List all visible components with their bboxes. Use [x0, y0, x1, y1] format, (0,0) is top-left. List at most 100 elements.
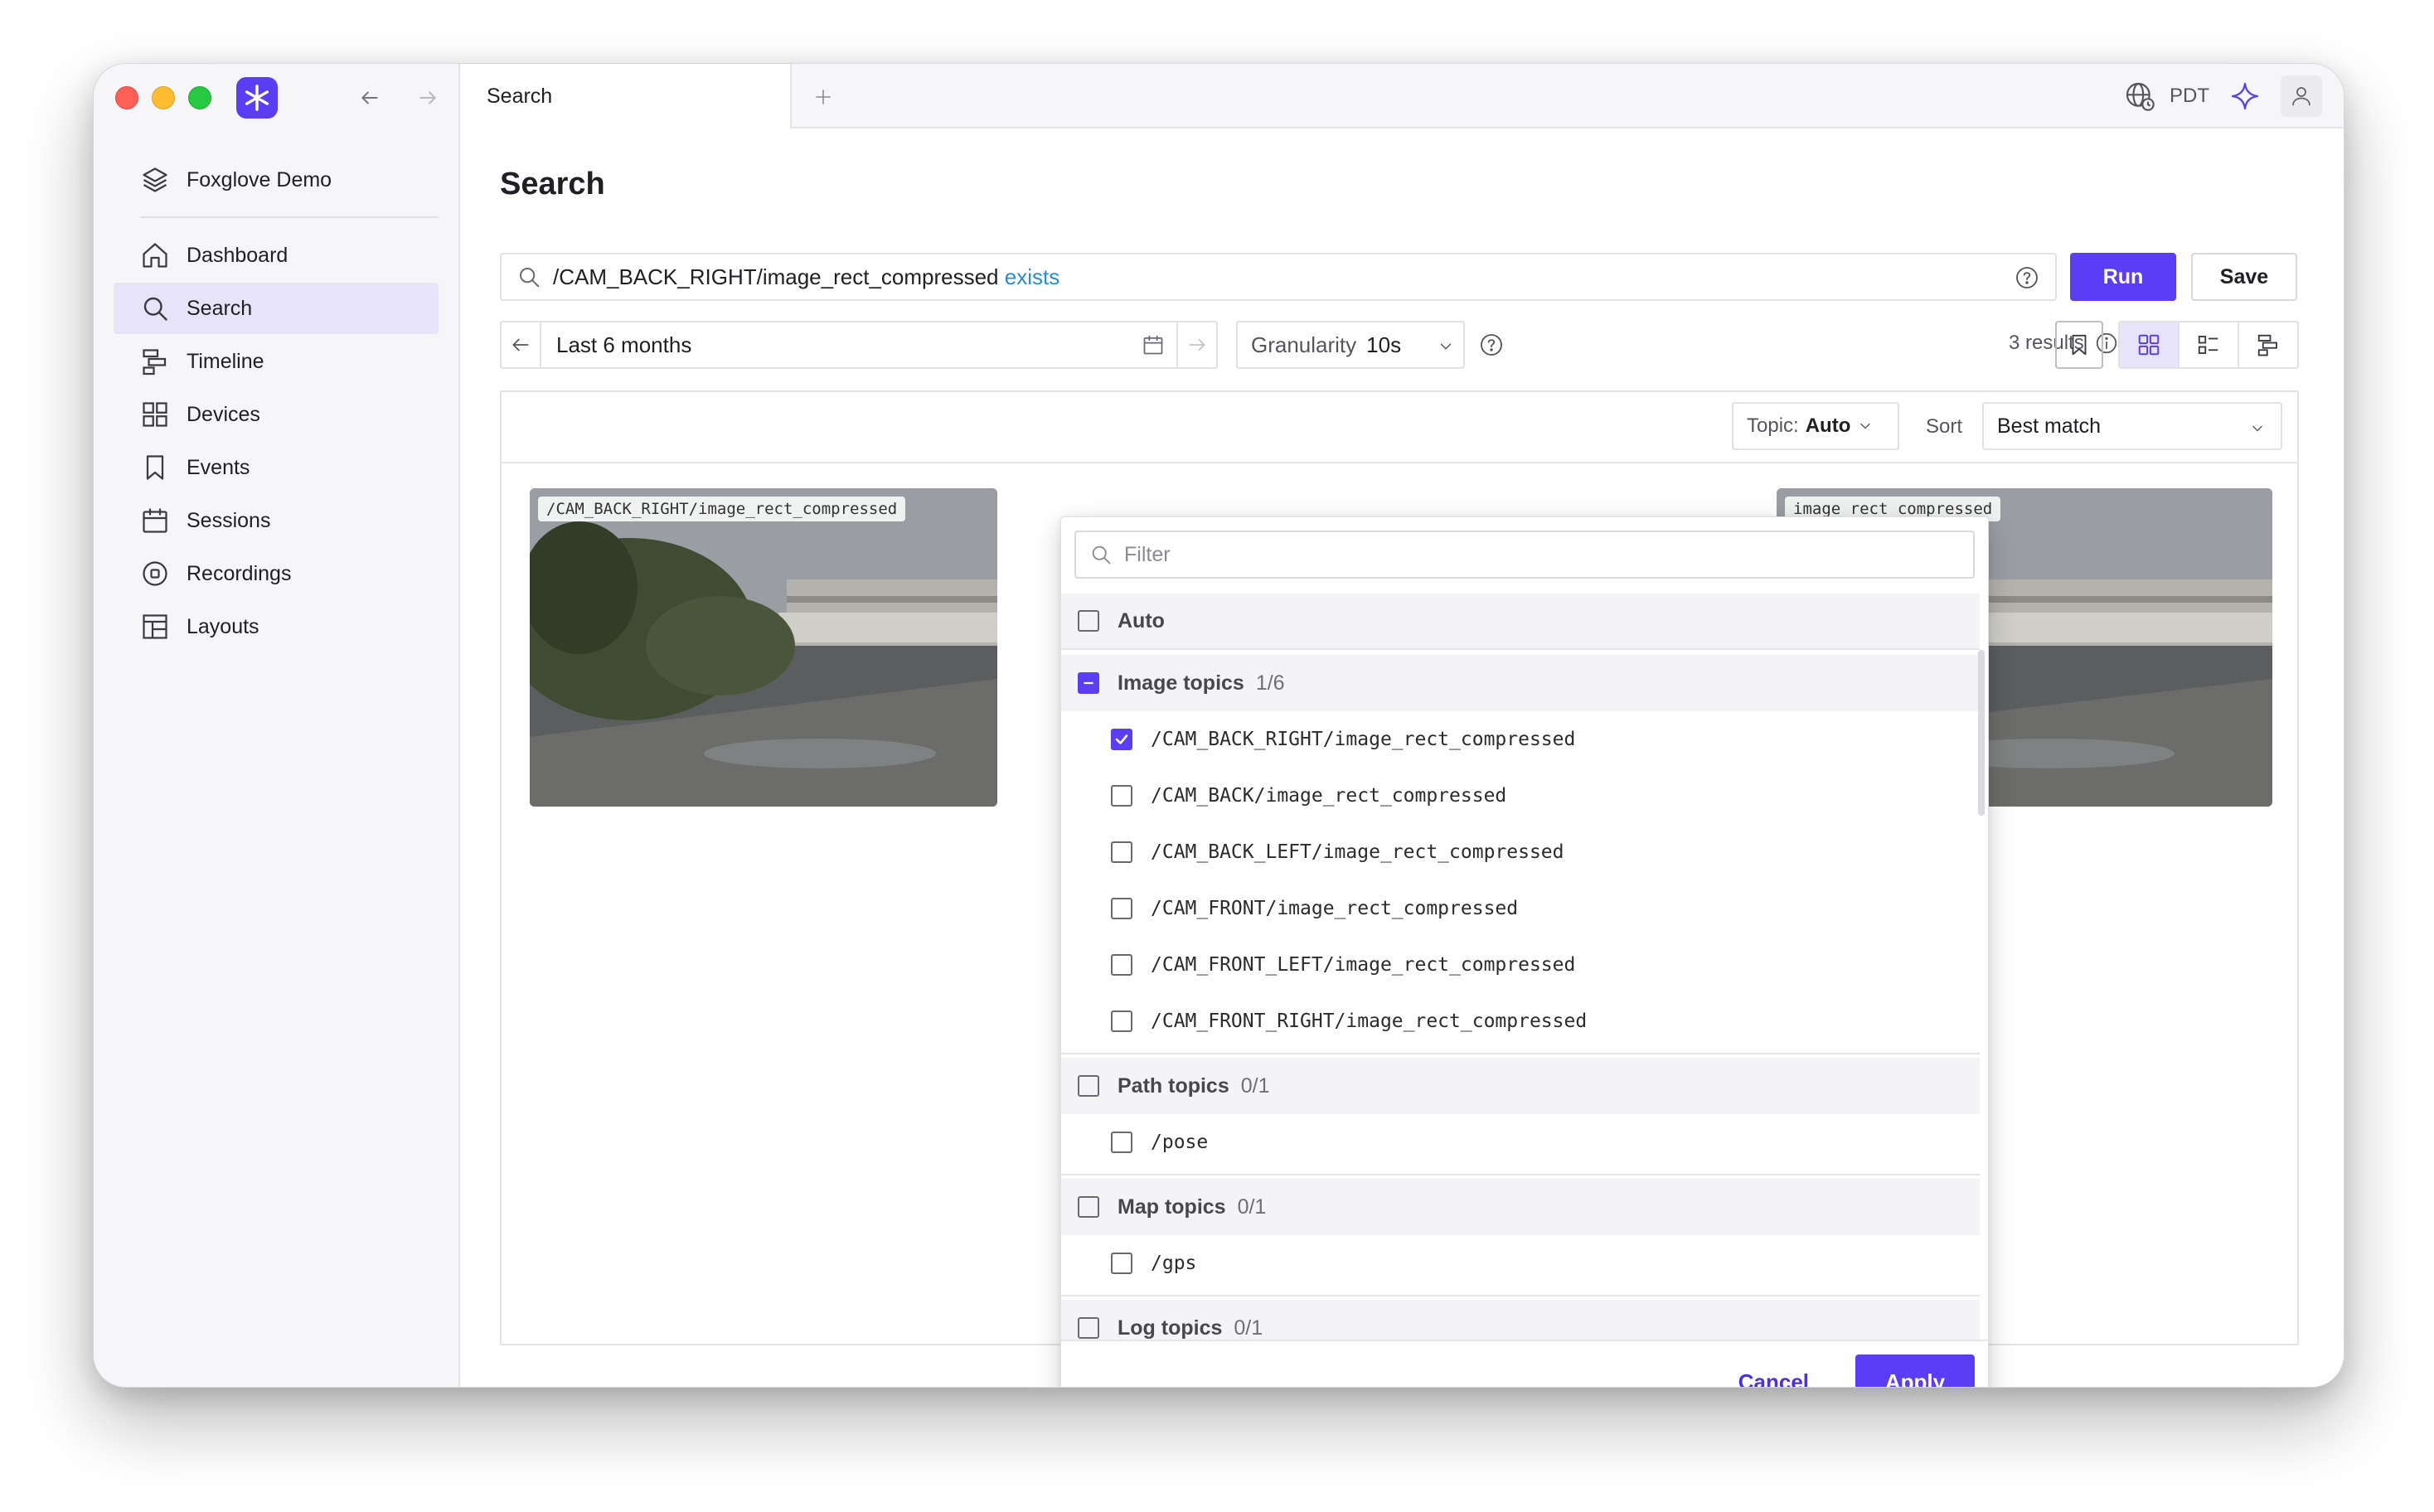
cancel-button[interactable]: Cancel [1738, 1369, 1809, 1387]
checkbox[interactable] [1111, 1132, 1132, 1153]
topic-option[interactable]: /gps [1061, 1235, 1980, 1292]
query-keyword: exists [1004, 264, 1060, 289]
sidebar-item-dashboard[interactable]: Dashboard [114, 230, 439, 281]
topic-group-count: 1/6 [1255, 671, 1285, 695]
checkbox[interactable] [1078, 1075, 1099, 1097]
topic-option[interactable]: /CAM_FRONT_RIGHT/image_rect_compressed [1061, 993, 1980, 1049]
sidebar-item-search[interactable]: Search [114, 283, 439, 334]
checkbox[interactable] [1078, 1196, 1099, 1218]
sidebar-item-recordings[interactable]: Recordings [114, 548, 439, 599]
topic-option[interactable]: /CAM_BACK/image_rect_compressed [1061, 768, 1980, 824]
list-view-button[interactable] [2179, 322, 2239, 367]
sidebar-item-label: Dashboard [187, 243, 288, 267]
globe-clock-icon [2126, 82, 2155, 111]
save-button[interactable]: Save [2191, 253, 2297, 301]
checkbox[interactable] [1078, 672, 1099, 694]
checkbox[interactable] [1111, 729, 1132, 750]
grid-view-button[interactable] [2120, 322, 2179, 367]
timezone-button[interactable]: PDT [2123, 80, 2209, 113]
list-icon [2198, 336, 2218, 354]
minimize-window-button[interactable] [152, 86, 175, 109]
topic-select[interactable]: Topic: Auto [1732, 402, 1899, 450]
workspace-switcher[interactable]: Foxglove Demo [140, 157, 332, 203]
sidebar-item-label: Recordings [187, 561, 292, 585]
topic-option[interactable]: /CAM_FRONT_LEFT/image_rect_compressed [1061, 937, 1980, 993]
foxglove-logo-icon[interactable] [236, 77, 278, 119]
minus-icon [1084, 681, 1093, 685]
run-button[interactable]: Run [2070, 253, 2176, 301]
scrollbar[interactable] [1978, 650, 1985, 816]
date-range-picker[interactable]: Last 6 months [500, 321, 1218, 369]
topic-group-path[interactable]: Path topics 0/1 [1061, 1058, 1980, 1114]
toolbar-right: PDT [2123, 75, 2322, 117]
user-icon [2292, 87, 2310, 106]
checkbox[interactable] [1111, 1010, 1132, 1032]
granularity-label: Granularity [1251, 332, 1357, 357]
sidebar-item-timeline[interactable]: Timeline [114, 336, 439, 387]
search-icon [143, 297, 167, 321]
help-icon[interactable] [2014, 264, 2040, 297]
tab-bar: Search PDT [460, 64, 2344, 128]
topic-filter-field[interactable] [1074, 531, 1975, 579]
granularity-value: 10s [1366, 332, 1402, 357]
close-window-button[interactable] [115, 86, 138, 109]
user-avatar[interactable] [2281, 75, 2322, 117]
timeline-view-button[interactable] [2239, 322, 2297, 367]
checkbox[interactable] [1078, 1317, 1099, 1339]
calendar-icon[interactable] [1130, 333, 1176, 356]
topic-group-count: 0/1 [1234, 1316, 1263, 1340]
topic-option[interactable]: /CAM_FRONT/image_rect_compressed [1061, 880, 1980, 937]
topic-select-value: Auto [1805, 414, 1851, 437]
sidebar-item-events[interactable]: Events [114, 442, 439, 493]
granularity-select[interactable]: Granularity 10s [1236, 321, 1465, 369]
checkbox[interactable] [1111, 1253, 1132, 1274]
sidebar-divider [140, 216, 439, 218]
apply-button[interactable]: Apply [1855, 1354, 1975, 1387]
bookmark-button[interactable] [2055, 321, 2103, 369]
topic-group-log[interactable]: Log topics 0/1 [1061, 1300, 1980, 1340]
search-input[interactable]: /CAM_BACK_RIGHT/image_rect_compressed ex… [500, 253, 2057, 301]
checkbox[interactable] [1111, 841, 1132, 863]
previous-range-button[interactable] [502, 322, 541, 367]
ai-assistant-button[interactable] [2224, 75, 2266, 117]
tab-search[interactable]: Search [460, 64, 792, 128]
topic-group-map[interactable]: Map topics 0/1 [1061, 1179, 1980, 1235]
result-card[interactable]: /CAM_BACK_RIGHT/image_rect_compressed [530, 488, 997, 807]
timezone-label: PDT [2170, 85, 2209, 107]
checkbox[interactable] [1111, 898, 1132, 919]
chevron-down-icon [2249, 419, 2266, 443]
home-icon [143, 243, 167, 268]
sidebar-item-layouts[interactable]: Layouts [114, 601, 439, 652]
checkbox[interactable] [1111, 785, 1132, 807]
topic-filter-input[interactable] [1124, 542, 1870, 567]
sidebar-item-label: Timeline [187, 349, 264, 373]
topic-group-count: 0/1 [1237, 1195, 1267, 1219]
back-arrow-icon[interactable] [354, 82, 385, 114]
topic-option[interactable]: /CAM_BACK_RIGHT/image_rect_compressed [1061, 711, 1980, 768]
sidebar-item-sessions[interactable]: Sessions [114, 495, 439, 546]
maximize-window-button[interactable] [188, 86, 211, 109]
granularity-help-icon[interactable] [1478, 332, 1505, 362]
arrow-left-icon [512, 338, 529, 351]
sort-select[interactable]: Best match [1982, 402, 2282, 450]
topic-option-label: /CAM_FRONT_RIGHT/image_rect_compressed [1151, 1010, 1588, 1032]
topic-group-image[interactable]: Image topics 1/6 [1061, 655, 1980, 711]
topic-option-label: Auto [1118, 608, 1165, 632]
divider [1061, 1053, 1980, 1054]
new-tab-button[interactable] [807, 80, 840, 114]
forward-arrow-icon[interactable] [412, 82, 444, 114]
topic-option-auto[interactable]: Auto [1061, 594, 1980, 650]
view-mode-toggle [2118, 321, 2299, 369]
divider [1061, 1295, 1980, 1296]
bookmark-icon [146, 455, 164, 480]
checkbox[interactable] [1078, 610, 1099, 632]
sidebar-nav: Dashboard Search Timeline Devices Events… [114, 230, 439, 654]
topic-option[interactable]: /pose [1061, 1114, 1980, 1170]
dropdown-footer: Cancel Apply [1061, 1340, 1988, 1387]
topic-group-label: Map topics [1118, 1195, 1226, 1219]
camera-thumbnail [530, 488, 997, 807]
topic-option[interactable]: /CAM_BACK_LEFT/image_rect_compressed [1061, 824, 1980, 880]
checkbox[interactable] [1111, 954, 1132, 976]
sidebar-item-devices[interactable]: Devices [114, 389, 439, 440]
next-range-button[interactable] [1176, 322, 1216, 367]
